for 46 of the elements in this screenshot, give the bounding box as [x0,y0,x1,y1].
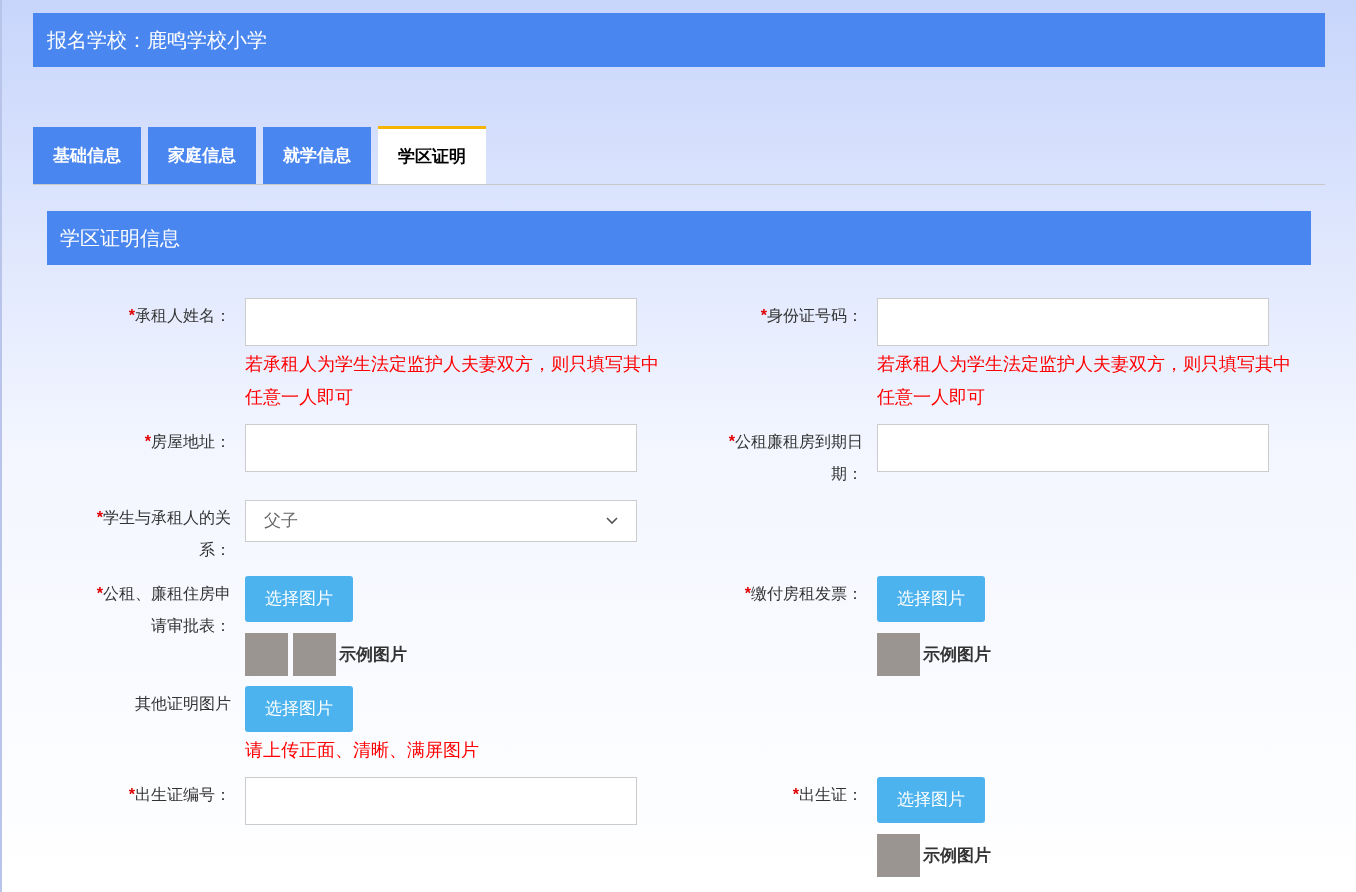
field-label: 公租廉租房到期日期： [735,433,863,482]
required-asterisk: * [144,433,151,450]
required-asterisk: * [96,509,103,526]
hint-text: 若承租人为学生法定监护人夫妻双方，则只填写其中任意一人即可 [245,353,660,409]
sample-image-label: 示例图片 [923,643,991,666]
choose-image-button[interactable]: 选择图片 [877,576,985,622]
field-label: 缴付房租发票： [751,585,863,602]
text-input-field[interactable] [245,424,637,472]
field-label: 身份证号码： [767,307,863,324]
field-label: 其他证明图片 [135,695,231,712]
field-label: 出生证： [799,786,863,803]
required-asterisk: * [760,307,767,324]
required-asterisk: * [128,786,135,803]
header-title: 报名学校：鹿鸣学校小学 [47,28,267,53]
hint-text: 请上传正面、清晰、满屏图片 [245,739,480,762]
text-input-field[interactable] [877,424,1269,472]
field-label: 学生与承租人的关系： [103,509,231,558]
sample-image-label: 示例图片 [923,844,991,867]
required-asterisk: * [128,307,135,324]
choose-image-button[interactable]: 选择图片 [245,686,353,732]
choose-image-button[interactable]: 选择图片 [245,576,353,622]
text-input-field[interactable] [877,298,1269,346]
choose-image-button[interactable]: 选择图片 [877,777,985,823]
sample-photo-placeholder [293,633,336,676]
text-input-field[interactable] [245,298,637,346]
text-input-field[interactable] [245,777,637,825]
required-asterisk: * [728,433,735,450]
tab[interactable]: 家庭信息 [148,127,256,184]
section-title: 学区证明信息 [60,226,180,251]
field-label: 房屋地址： [151,433,231,450]
hint-text: 若承租人为学生法定监护人夫妻双方，则只填写其中任意一人即可 [877,353,1292,409]
sample-photo-placeholder [877,834,920,877]
field-label: 公租、廉租住房申请审批表： [103,585,231,634]
field-label: 出生证编号： [135,786,231,803]
required-asterisk: * [792,786,799,803]
required-asterisk: * [96,585,103,602]
required-asterisk: * [744,585,751,602]
sample-photo-placeholder [245,633,288,676]
tab[interactable]: 学区证明 [378,126,486,184]
relation-select[interactable]: 父子 [245,500,637,542]
sample-photo-placeholder [877,633,920,676]
tab[interactable]: 基础信息 [33,127,141,184]
tab[interactable]: 就学信息 [263,127,371,184]
sample-image-label: 示例图片 [339,643,407,666]
field-label: 承租人姓名： [135,307,231,324]
chevron-down-icon [606,517,618,525]
